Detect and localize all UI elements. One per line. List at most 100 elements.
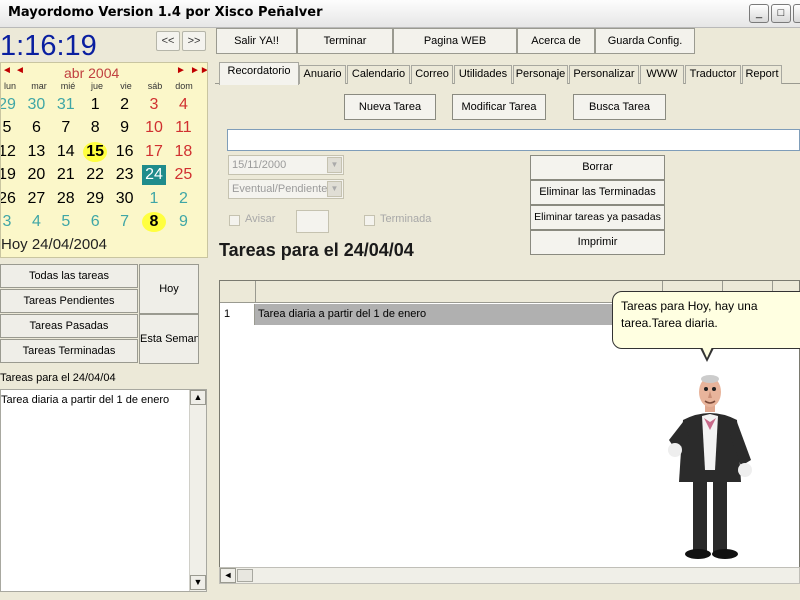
calendar-day[interactable]: 2 <box>171 189 195 209</box>
terminar-button[interactable]: Terminar <box>297 28 393 54</box>
butler-character[interactable] <box>665 370 755 565</box>
calendar-day[interactable]: 22 <box>83 165 107 185</box>
nav-next-button[interactable]: >> <box>182 31 206 51</box>
tareas-pasadas-button[interactable]: Tareas Pasadas <box>0 314 138 338</box>
task-input[interactable] <box>227 129 800 151</box>
next-month-icon[interactable]: ► <box>176 65 186 76</box>
dropdown-icon[interactable]: ▼ <box>327 157 342 173</box>
scroll-left-icon[interactable]: ◄ <box>220 568 236 583</box>
calendar-day[interactable]: 7 <box>113 212 137 232</box>
calendar-day[interactable]: 4 <box>24 212 48 232</box>
calendar-day[interactable]: 2 <box>113 95 137 115</box>
grid-horizontal-scrollbar[interactable]: ◄ <box>219 567 800 584</box>
todas-las-tareas-button[interactable]: Todas las tareas <box>0 264 138 288</box>
calendar-day[interactable]: 16 <box>113 142 137 162</box>
salir-button[interactable]: Salir YA!! <box>216 28 297 54</box>
calendar-day[interactable]: 29 <box>83 189 107 209</box>
calendar-day[interactable]: 18 <box>171 142 195 162</box>
terminada-checkbox[interactable] <box>364 215 375 226</box>
list-item[interactable]: Tarea diaria a partir del 1 de enero <box>1 394 169 406</box>
eliminar-pasadas-button[interactable]: Eliminar tareas ya pasadas <box>530 205 665 230</box>
left-tasks-scrollbar[interactable]: ▲ ▼ <box>189 390 206 591</box>
scroll-up-icon[interactable]: ▲ <box>190 390 206 405</box>
calendar-day[interactable]: 3 <box>1 212 19 232</box>
calendar-day[interactable]: 27 <box>24 189 48 209</box>
scroll-down-icon[interactable]: ▼ <box>190 575 206 590</box>
busca-tarea-button[interactable]: Busca Tarea <box>573 94 666 120</box>
calendar-day[interactable]: 28 <box>54 189 78 209</box>
hoy-button[interactable]: Hoy <box>139 264 199 314</box>
calendar-day[interactable]: 15 <box>83 141 108 162</box>
calendar-day[interactable]: 4 <box>171 95 195 115</box>
minimize-button[interactable]: _ <box>749 4 769 23</box>
type-combo-value: Eventual/Pendiente <box>232 183 328 195</box>
calendar-day[interactable]: 25 <box>171 165 195 185</box>
column-separator[interactable] <box>255 281 256 303</box>
calendar-day[interactable]: 5 <box>1 118 19 138</box>
calendar-day[interactable]: 6 <box>24 118 48 138</box>
calendar-day[interactable]: 9 <box>113 118 137 138</box>
tab-report[interactable]: Report <box>742 65 782 84</box>
avisar-checkbox[interactable] <box>229 215 240 226</box>
calendar-day[interactable]: 26 <box>1 189 19 209</box>
dropdown-icon[interactable]: ▼ <box>327 181 342 197</box>
calendar-day[interactable]: 7 <box>54 118 78 138</box>
date-combo[interactable]: 15/11/2000 ▼ <box>228 155 344 175</box>
tab-www[interactable]: WWW <box>640 65 684 84</box>
imprimir-button[interactable]: Imprimir <box>530 230 665 255</box>
nav-prev-button[interactable]: << <box>156 31 180 51</box>
calendar-day[interactable]: 11 <box>171 118 195 138</box>
calendar-day[interactable]: 13 <box>24 142 48 162</box>
calendar-day[interactable]: 8 <box>83 118 107 138</box>
calendar-day[interactable]: 5 <box>54 212 78 232</box>
calendar-day[interactable]: 1 <box>142 189 166 209</box>
row-number: 1 <box>220 304 255 325</box>
tab-recordatorio[interactable]: Recordatorio <box>219 62 299 85</box>
tab-calendario[interactable]: Calendario <box>347 65 410 84</box>
calendar-day[interactable]: 20 <box>24 165 48 185</box>
prev-year-icon[interactable]: ◄ <box>2 65 12 76</box>
scroll-thumb[interactable] <box>237 569 253 582</box>
calendar-day[interactable]: 31 <box>54 95 78 115</box>
acerca-de-button[interactable]: Acerca de <box>517 28 595 54</box>
calendar-day[interactable]: 21 <box>54 165 78 185</box>
calendar-day[interactable]: 10 <box>142 118 166 138</box>
borrar-button[interactable]: Borrar <box>530 155 665 180</box>
calendar-day[interactable]: 30 <box>113 189 137 209</box>
left-tasks-list[interactable]: Tarea diaria a partir del 1 de enero ▲ ▼ <box>0 389 207 592</box>
calendar-day[interactable]: 1 <box>83 95 107 115</box>
calendar-day[interactable]: 9 <box>171 212 195 232</box>
tab-anuario[interactable]: Anuario <box>299 65 346 84</box>
prev-month-icon[interactable]: ◄ <box>15 65 25 76</box>
calendar-day[interactable]: 8 <box>142 212 166 232</box>
calendar-day[interactable]: 6 <box>83 212 107 232</box>
tab-correo[interactable]: Correo <box>411 65 453 84</box>
maximize-button[interactable]: □ <box>771 4 791 23</box>
calendar-day[interactable]: 19 <box>1 165 19 185</box>
calendar-day[interactable]: 23 <box>113 165 137 185</box>
calendar-today-label[interactable]: Hoy 24/04/2004 <box>1 236 107 253</box>
calendar-day[interactable]: 17 <box>142 142 166 162</box>
calendar-day[interactable]: 30 <box>24 95 48 115</box>
tab-traductor[interactable]: Traductor <box>685 65 741 84</box>
tareas-pendientes-button[interactable]: Tareas Pendientes <box>0 289 138 313</box>
next-year-icon[interactable]: ►► <box>190 65 207 76</box>
calendar-day[interactable]: 12 <box>1 142 19 162</box>
guarda-config-button[interactable]: Guarda Config. <box>595 28 695 54</box>
calendar-day[interactable]: 29 <box>1 95 19 115</box>
nueva-tarea-button[interactable]: Nueva Tarea <box>344 94 436 120</box>
calendar-day[interactable]: 14 <box>54 142 78 162</box>
calendar-day[interactable]: 24 <box>142 165 166 186</box>
tab-personaje[interactable]: Personaje <box>513 65 568 84</box>
tab-personalizar[interactable]: Personalizar <box>569 65 639 84</box>
eliminar-terminadas-button[interactable]: Eliminar las Terminadas <box>530 180 665 205</box>
calendar-day[interactable]: 3 <box>142 95 166 115</box>
avisar-time-field[interactable] <box>296 210 329 233</box>
type-combo[interactable]: Eventual/Pendiente ▼ <box>228 179 344 199</box>
tab-utilidades[interactable]: Utilidades <box>454 65 512 84</box>
modificar-tarea-button[interactable]: Modificar Tarea <box>452 94 546 120</box>
close-button[interactable] <box>793 4 800 23</box>
pagina-web-button[interactable]: Pagina WEB <box>393 28 517 54</box>
esta-semana-button[interactable]: Esta Semana <box>139 314 199 364</box>
tareas-terminadas-button[interactable]: Tareas Terminadas <box>0 339 138 363</box>
